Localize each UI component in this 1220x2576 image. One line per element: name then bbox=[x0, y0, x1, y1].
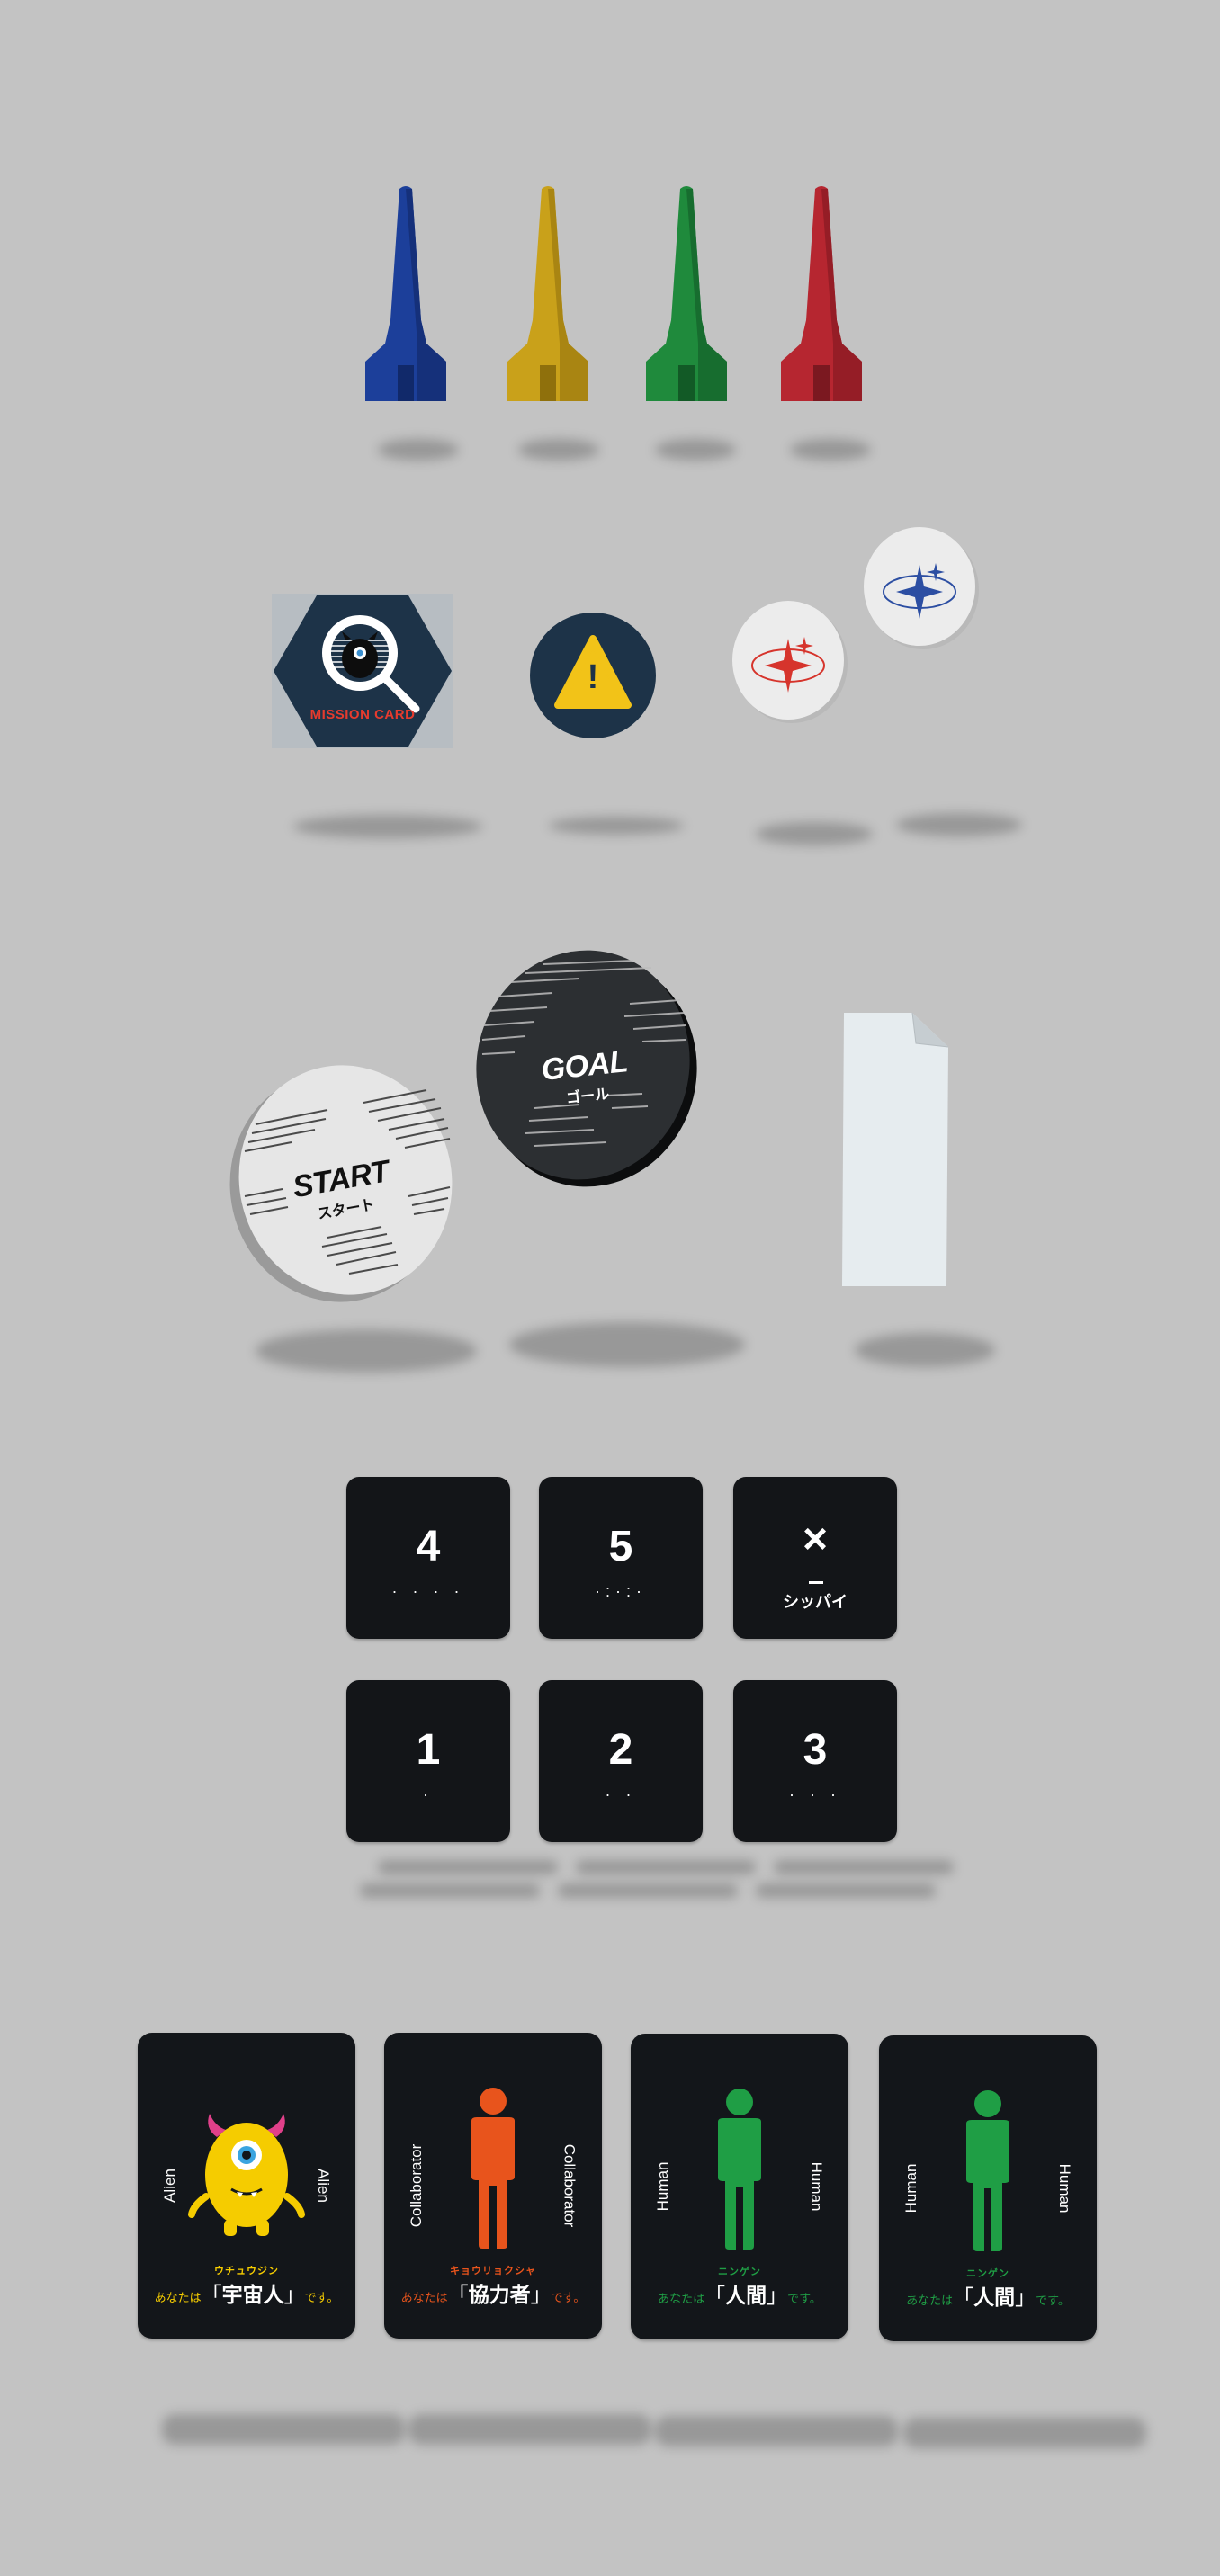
die-pips: · · · bbox=[789, 1785, 841, 1803]
die-number: 5 bbox=[608, 1523, 633, 1570]
die-pips: · bbox=[423, 1785, 434, 1803]
card-role-suffix: です。 bbox=[787, 2292, 821, 2305]
card-role-reading: ニンゲン bbox=[718, 2267, 761, 2277]
warning-token[interactable]: ! bbox=[529, 612, 657, 739]
die-face-fail[interactable]: × シッパイ bbox=[733, 1477, 897, 1639]
card-role-line: あなたは「人間」です。 bbox=[879, 2280, 1097, 2311]
yellow-pawn[interactable] bbox=[506, 185, 590, 407]
die-face-5[interactable]: 5 ·:·:· bbox=[539, 1477, 703, 1639]
die-number: 2 bbox=[608, 1726, 633, 1774]
bracket-close: 」 bbox=[530, 2283, 552, 2306]
card-role-name: 協力者 bbox=[468, 2283, 531, 2306]
alien-icon bbox=[188, 2106, 305, 2246]
card-side-label-right: Human bbox=[808, 2161, 825, 2212]
card-role-reading: ニンゲン bbox=[966, 2268, 1009, 2279]
card-role-prefix: あなたは bbox=[154, 2291, 202, 2304]
red-star-token[interactable] bbox=[731, 599, 849, 725]
card-side-label-left: Collaborator bbox=[408, 2143, 425, 2228]
die-face-2[interactable]: 2 · · bbox=[539, 1680, 703, 1842]
die-face-4[interactable]: 4 · · · · bbox=[346, 1477, 510, 1639]
bracket-open: 「 bbox=[447, 2283, 469, 2306]
role-card-human-1[interactable]: Human Human ニンゲン あなたは「人間」です。 bbox=[631, 2034, 848, 2339]
card-role-prefix: あなたは bbox=[400, 2291, 448, 2304]
card-side-label-right: Human bbox=[1056, 2163, 1073, 2214]
die-face-1[interactable]: 1 · bbox=[346, 1680, 510, 1842]
die-face-3[interactable]: 3 · · · bbox=[733, 1680, 897, 1842]
card-role-suffix: です。 bbox=[551, 2291, 586, 2304]
card-side-label-right: Collaborator bbox=[561, 2143, 579, 2228]
bracket-open: 「 bbox=[953, 2285, 974, 2309]
card-role-line: あなたは「人間」です。 bbox=[631, 2278, 848, 2309]
mission-card-token[interactable]: MISSION CARD bbox=[272, 594, 453, 748]
die-fail-label: シッパイ bbox=[783, 1593, 848, 1611]
card-role-name: 人間 bbox=[973, 2285, 1016, 2309]
role-card-alien[interactable]: Alien Alien ウチュウジン あなたは「宇宙人」です。 bbox=[138, 2033, 355, 2339]
card-role-reading: ウチュウジン bbox=[214, 2266, 279, 2276]
bracket-open: 「 bbox=[201, 2283, 222, 2306]
card-role-suffix: です。 bbox=[304, 2291, 339, 2304]
die-cross-icon: × bbox=[802, 1516, 829, 1563]
bracket-open: 「 bbox=[704, 2284, 726, 2307]
card-side-label-right: Alien bbox=[315, 2169, 332, 2203]
die-number: 1 bbox=[416, 1726, 441, 1774]
bracket-close: 」 bbox=[767, 2284, 788, 2307]
red-pawn[interactable] bbox=[779, 185, 864, 407]
card-role-prefix: あなたは bbox=[658, 2292, 705, 2305]
die-pips: ·:·:· bbox=[595, 1582, 647, 1600]
human-figure-icon bbox=[713, 2088, 767, 2254]
card-role-line: あなたは「協力者」です。 bbox=[384, 2277, 602, 2308]
card-role-suffix: です。 bbox=[1036, 2294, 1070, 2307]
card-side-label-left: Alien bbox=[161, 2169, 178, 2203]
blue-pawn[interactable] bbox=[363, 185, 448, 407]
collaborator-figure-icon bbox=[466, 2087, 520, 2253]
role-card-collaborator[interactable]: Collaborator Collaborator キョウリョクシャ あなたは「… bbox=[384, 2033, 602, 2339]
die-number: 3 bbox=[803, 1726, 828, 1774]
card-role-name: 宇宙人 bbox=[221, 2283, 284, 2306]
blue-star-token[interactable] bbox=[862, 525, 981, 651]
card-side-label-left: Human bbox=[902, 2163, 919, 2214]
goal-disc[interactable]: GOAL ゴール bbox=[471, 946, 700, 1189]
start-disc[interactable]: START スタート bbox=[229, 1061, 457, 1304]
human-figure-icon bbox=[961, 2089, 1015, 2256]
die-pips: · · bbox=[605, 1785, 637, 1803]
blank-paper-card[interactable] bbox=[840, 1011, 952, 1288]
die-dash bbox=[809, 1581, 823, 1584]
card-role-prefix: あなたは bbox=[906, 2294, 954, 2307]
card-side-label-left: Human bbox=[654, 2161, 671, 2212]
role-card-human-2[interactable]: Human Human ニンゲン あなたは「人間」です。 bbox=[879, 2035, 1097, 2341]
card-role-name: 人間 bbox=[725, 2284, 767, 2307]
card-role-reading: キョウリョクシャ bbox=[450, 2266, 536, 2276]
warning-icon: ! bbox=[587, 658, 599, 696]
die-pips: · · · · bbox=[391, 1582, 465, 1600]
card-role-line: あなたは「宇宙人」です。 bbox=[138, 2277, 355, 2308]
bracket-close: 」 bbox=[1015, 2285, 1036, 2309]
bracket-close: 」 bbox=[283, 2283, 305, 2306]
die-number: 4 bbox=[416, 1523, 441, 1570]
mission-card-label: MISSION CARD bbox=[309, 707, 416, 722]
green-pawn[interactable] bbox=[644, 185, 729, 407]
